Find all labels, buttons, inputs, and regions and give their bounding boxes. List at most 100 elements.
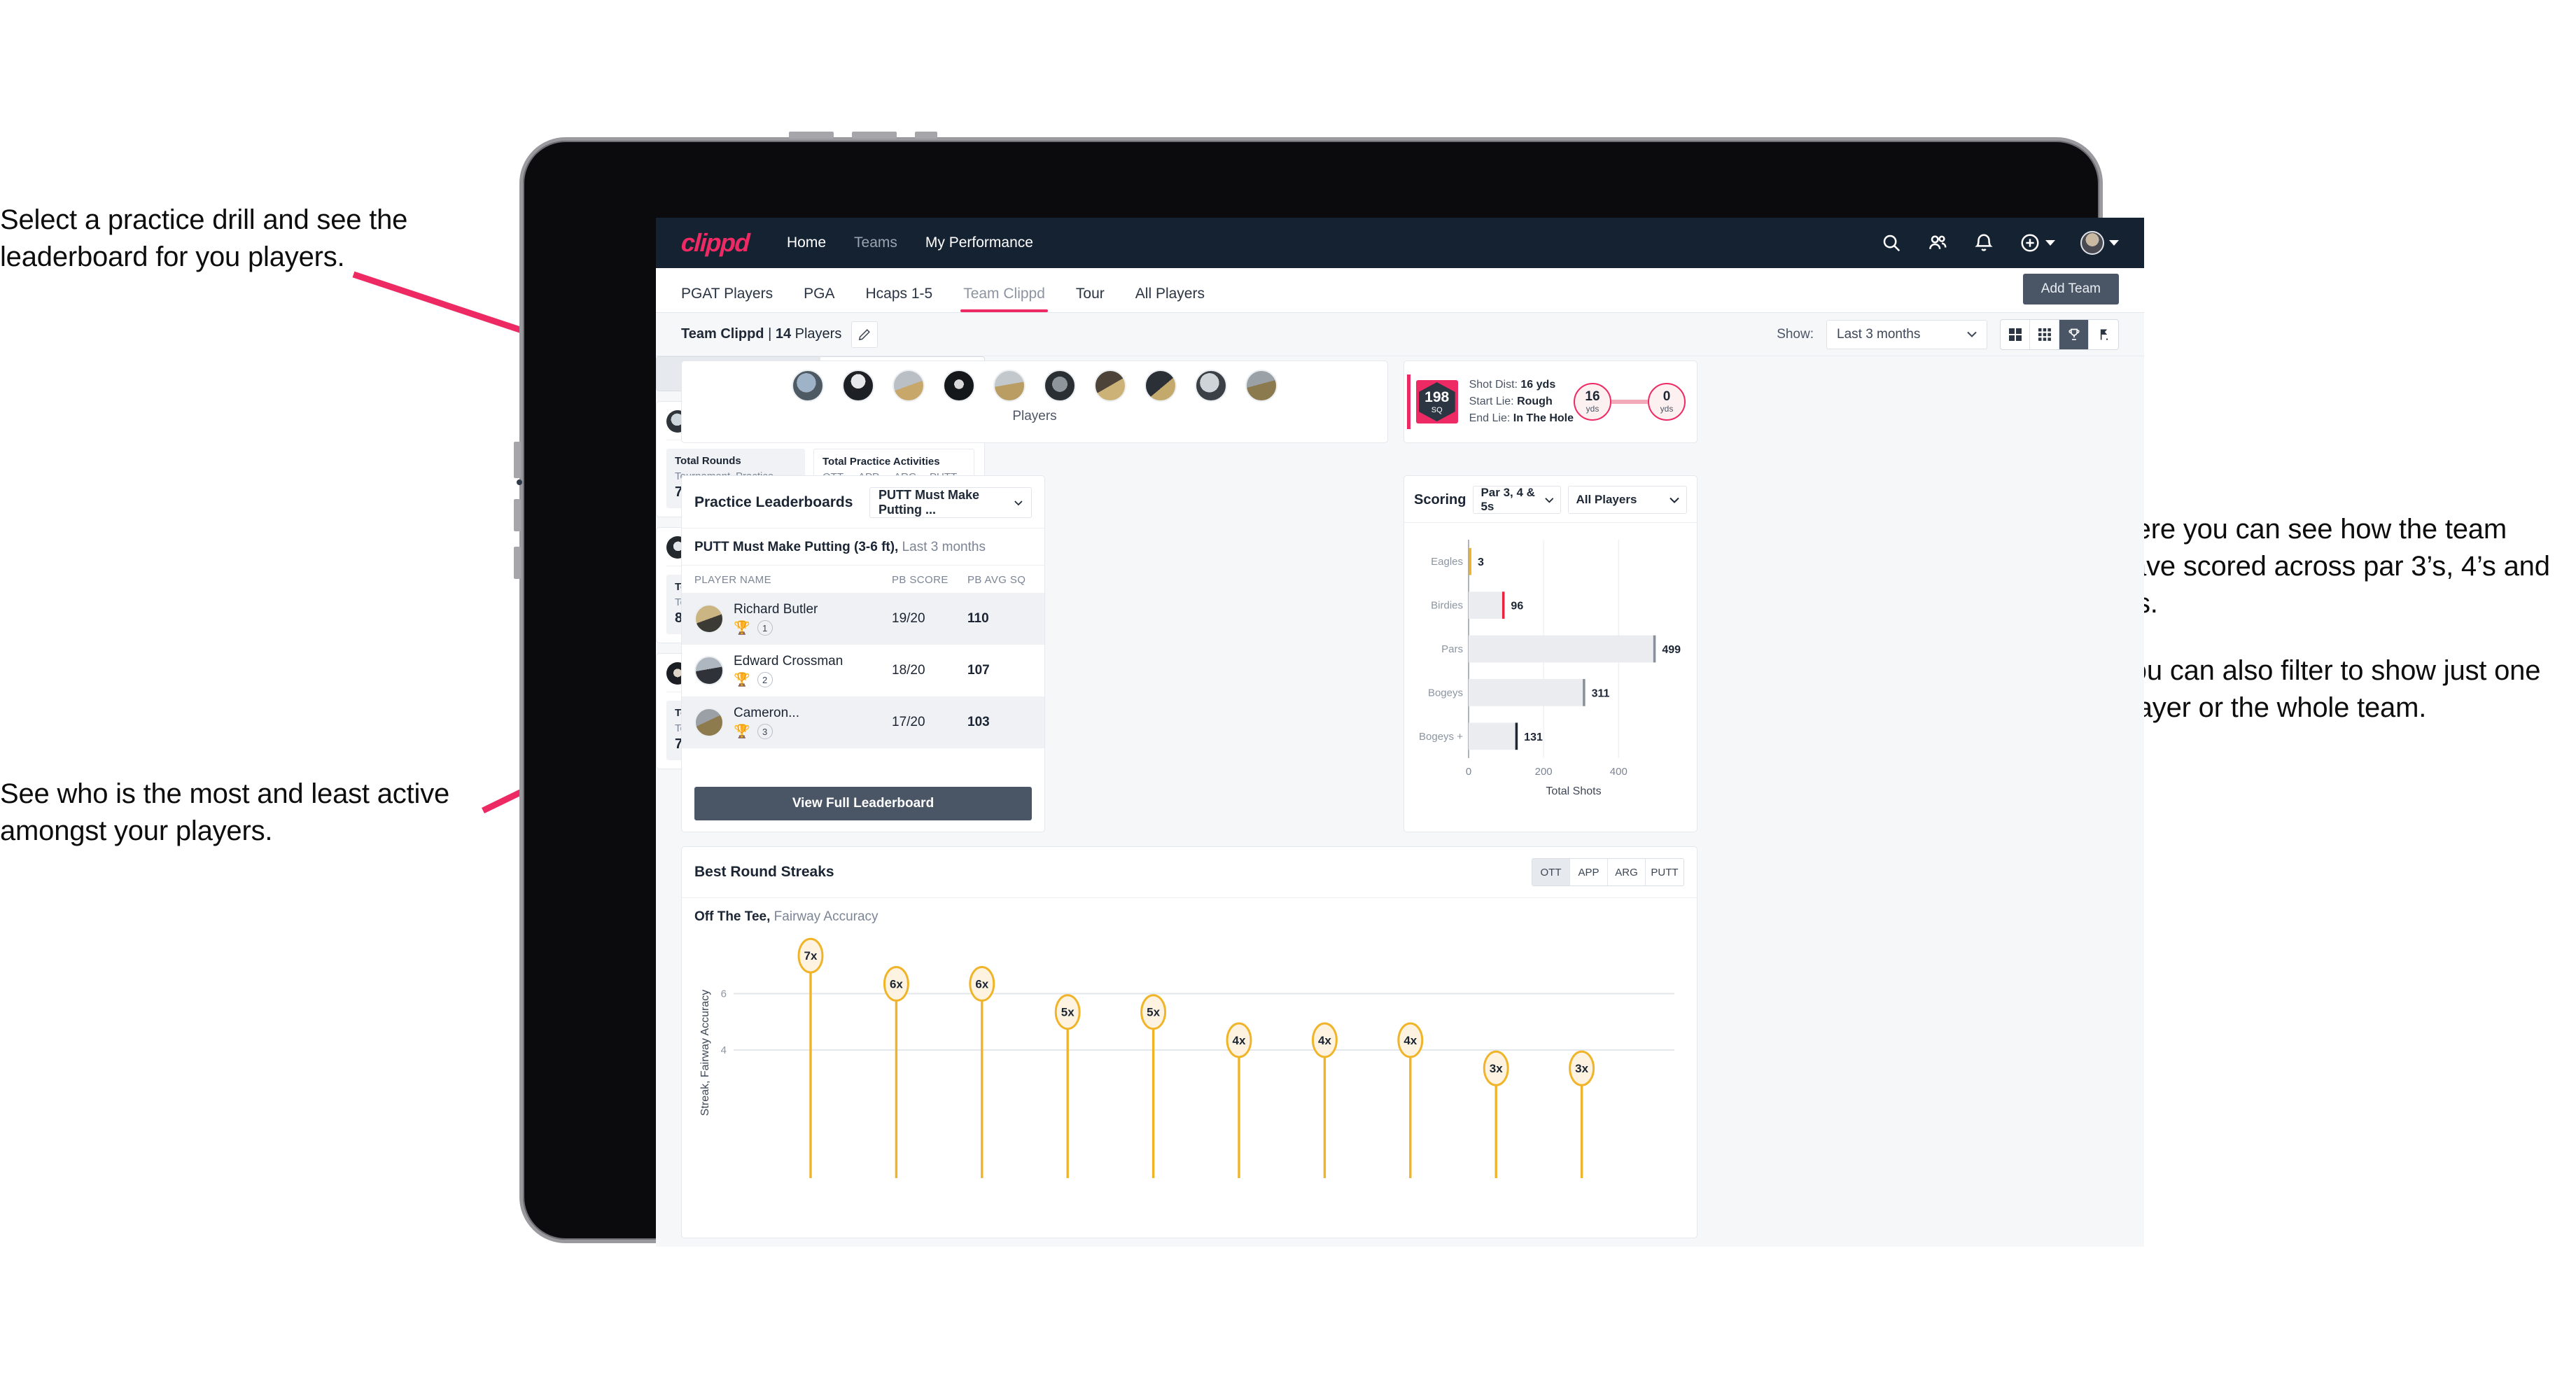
period-select[interactable]: Last 3 months	[1826, 319, 1987, 349]
tab-app[interactable]: APP	[1570, 859, 1608, 886]
search-icon[interactable]	[1881, 232, 1902, 253]
volume-down-button[interactable]	[852, 132, 897, 139]
tablet-device-frame: clippd Home Teams My Performance PGAT Pl…	[514, 132, 2144, 1247]
player-avatar[interactable]	[792, 370, 824, 402]
grid-small-icon[interactable]	[2030, 319, 2059, 349]
avatar	[694, 604, 724, 634]
add-team-button[interactable]: Add Team	[2022, 274, 2119, 304]
player-name: Richard Butler	[734, 602, 818, 617]
annotation-text: You can also filter to show just one pla…	[2115, 655, 2541, 724]
bar-end-cap	[1583, 679, 1586, 706]
col-pb-score: PB SCORE	[892, 574, 948, 586]
nav-link-teams[interactable]: Teams	[854, 234, 897, 251]
value-label: 311	[1592, 687, 1610, 699]
dashboard-content: Players 198 SQ Shot Dist: 16 yds Start L…	[656, 356, 2144, 1247]
tab-ott[interactable]: OTT	[1532, 859, 1570, 886]
add-menu[interactable]	[2019, 232, 2055, 253]
pb-avg-sq: 110	[967, 611, 989, 626]
trophy-icon: 🏆	[734, 620, 750, 636]
player-avatar[interactable]	[892, 370, 925, 402]
side-button-2[interactable]	[514, 499, 521, 531]
tab-pgat-players[interactable]: PGAT Players	[681, 286, 773, 312]
x-axis-label: Total Shots	[1546, 785, 1601, 797]
chevron-down-icon	[1670, 497, 1679, 503]
tab-hcaps-1-5[interactable]: Hcaps 1-5	[865, 286, 932, 312]
leaderboard-title: Practice Leaderboards	[694, 494, 853, 510]
people-icon[interactable]	[1927, 232, 1948, 253]
value-label: 499	[1662, 644, 1681, 656]
volume-up-button[interactable]	[789, 132, 834, 139]
lollipop-label: 4x	[1318, 1034, 1331, 1047]
bar-end-cap	[1515, 722, 1518, 750]
chevron-down-icon	[2109, 240, 2119, 246]
category-label: D. Bogeys +	[1417, 731, 1463, 743]
category-label: Bogeys	[1428, 687, 1463, 699]
end-distance-node: 0 yds	[1648, 383, 1686, 421]
user-menu[interactable]	[2080, 231, 2119, 255]
total-rounds-title: Total Rounds	[675, 455, 741, 467]
player-avatar[interactable]	[1094, 370, 1126, 402]
nav-link-home[interactable]: Home	[787, 234, 826, 251]
annotation-text: Select a practice drill and see the lead…	[0, 204, 408, 272]
player-avatar[interactable]	[1245, 370, 1278, 402]
plus-circle-icon[interactable]	[2019, 232, 2040, 253]
tab-pga[interactable]: PGA	[804, 286, 834, 312]
tab-team-clippd[interactable]: Team Clippd	[960, 286, 1048, 312]
power-button[interactable]	[915, 132, 937, 139]
view-full-leaderboard-button[interactable]: View Full Leaderboard	[694, 787, 1032, 820]
tab-all-players[interactable]: All Players	[1135, 286, 1205, 312]
player-avatar[interactable]	[943, 370, 975, 402]
chevron-down-icon	[1967, 331, 1977, 337]
par-filter-value: Par 3, 4 & 5s	[1480, 486, 1535, 513]
players-strip-card: Players	[681, 360, 1388, 443]
annotation-right: Here you can see how the team have score…	[2115, 511, 2570, 727]
side-button-1[interactable]	[514, 442, 521, 478]
player-avatar[interactable]	[842, 370, 874, 402]
tab-tour[interactable]: Tour	[1076, 286, 1105, 312]
show-label: Show:	[1777, 326, 1814, 342]
start-distance-node: 16 yds	[1574, 383, 1611, 421]
tab-arg[interactable]: ARG	[1608, 859, 1646, 886]
player-avatar[interactable]	[993, 370, 1026, 402]
shot-detail-lines: Shot Dist: 16 yds Start Lie: Rough End L…	[1469, 377, 1574, 427]
table-row[interactable]: Richard Butler 🏆 1 19/20 110	[682, 593, 1044, 645]
nav-link-my-performance[interactable]: My Performance	[925, 234, 1033, 251]
x-tick-label: 200	[1535, 766, 1553, 778]
table-row[interactable]: Edward Crossman 🏆 2 18/20 107	[682, 645, 1044, 696]
x-tick-label: 0	[1466, 766, 1471, 778]
trophy-icon[interactable]	[2059, 319, 2089, 349]
bar	[1469, 679, 1586, 706]
scoring-title: Scoring	[1414, 491, 1466, 507]
grid-large-icon[interactable]	[2001, 319, 2030, 349]
streaks-subtitle: Off The Tee, Fairway Accuracy	[694, 909, 878, 924]
tab-putt[interactable]: PUTT	[1646, 859, 1684, 886]
side-button-3[interactable]	[514, 547, 521, 579]
chevron-down-icon	[1545, 497, 1554, 503]
player-avatar[interactable]	[1195, 370, 1227, 402]
end-lie-line: End Lie: In The Hole	[1469, 412, 1574, 424]
clippd-logo[interactable]: clippd	[680, 228, 750, 258]
bar	[1469, 592, 1505, 619]
par-filter-select[interactable]: Par 3, 4 & 5s	[1473, 486, 1562, 514]
avatar[interactable]	[2080, 231, 2104, 255]
player-count: 14	[775, 326, 792, 342]
bell-icon[interactable]	[1973, 232, 1994, 253]
player-avatar[interactable]	[1144, 370, 1177, 402]
rank-badge: 2	[757, 672, 773, 687]
bar	[1469, 722, 1518, 750]
streaks-lollipop-chart: 4 6 Streak, Fairway Accuracy 7x 6x 6x 5x 5x 4x 4x…	[694, 932, 1684, 1184]
flag-icon[interactable]	[2089, 320, 2118, 349]
pencil-icon[interactable]	[851, 321, 878, 348]
leaderboard-column-headers: PLAYER NAME PB SCORE PB AVG SQ	[682, 566, 1044, 593]
drill-select[interactable]: PUTT Must Make Putting ...	[869, 487, 1032, 518]
annotation-bottom-left: See who is the most and least active amo…	[0, 776, 525, 850]
lollipop-label: 4x	[1404, 1034, 1417, 1047]
chevron-down-icon	[1014, 500, 1023, 505]
player-avatar[interactable]	[1044, 370, 1076, 402]
player-filter-select[interactable]: All Players	[1568, 486, 1687, 514]
x-tick-label: 400	[1610, 766, 1628, 778]
team-toolbar-right: Show: Last 3 months	[1777, 318, 2119, 350]
drill-select-value: PUTT Must Make Putting ...	[878, 488, 980, 517]
player-name: Cameron...	[734, 706, 799, 720]
table-row[interactable]: Cameron... 🏆 3 17/20 103	[682, 696, 1044, 748]
